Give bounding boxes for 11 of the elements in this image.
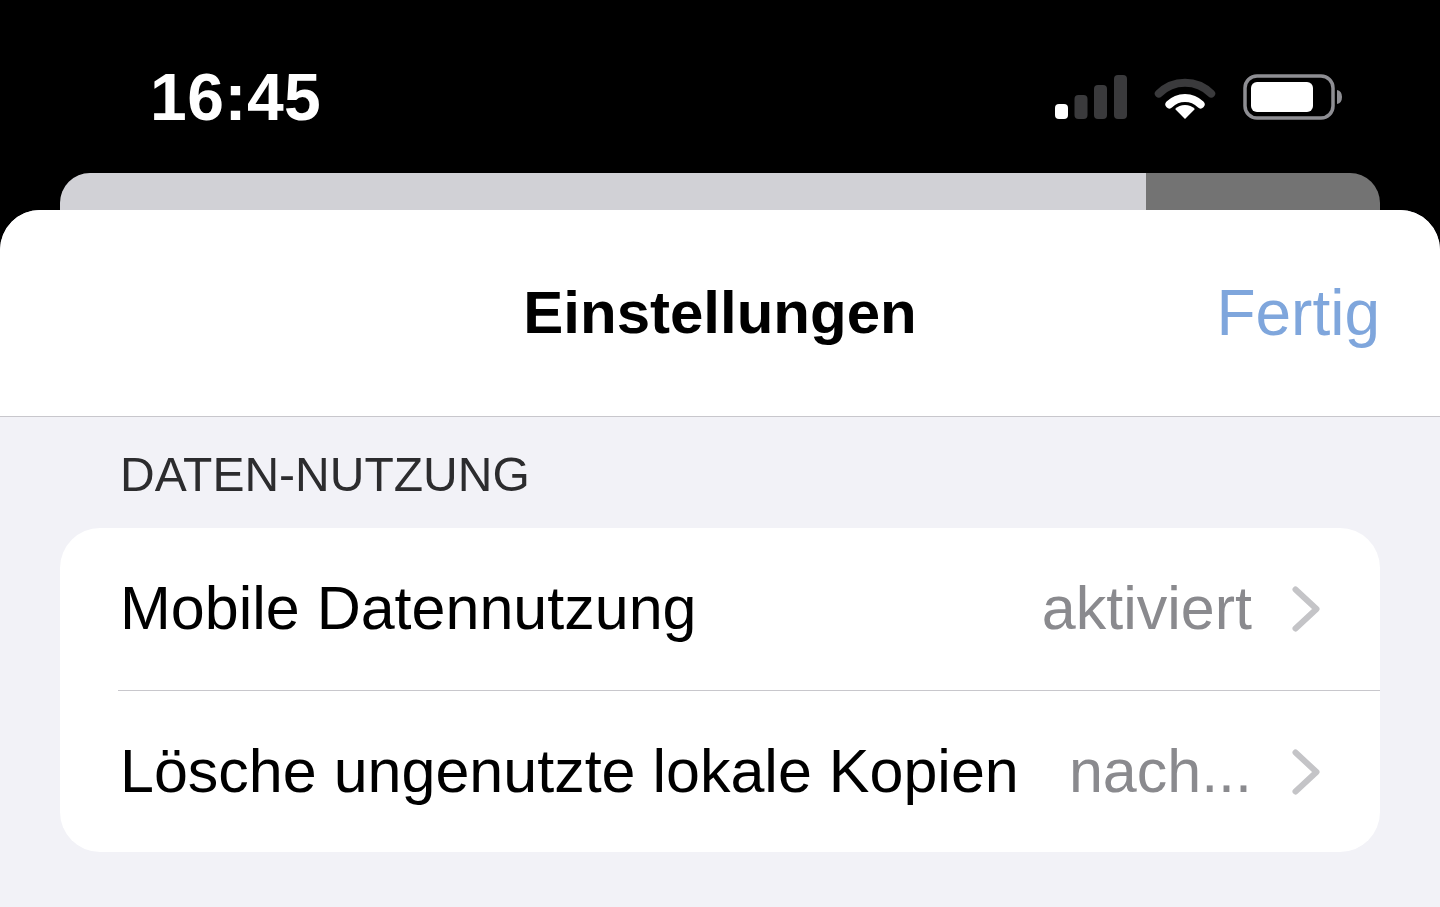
status-time: 16:45	[150, 63, 322, 130]
setting-value: aktiviert	[1040, 573, 1252, 645]
battery-icon	[1243, 73, 1342, 120]
setting-label[interactable]: Mobile Datennutzung	[120, 572, 697, 646]
section-header: DATEN-NUTZUNG	[119, 447, 531, 503]
chevron-icon	[1292, 748, 1320, 795]
setting-label[interactable]: Lösche ungenutzte lokale Kopien	[120, 734, 1019, 809]
navigation-title: Einstellungen	[523, 278, 917, 348]
setting-value: nach...	[1067, 735, 1252, 807]
signal-icon	[1055, 74, 1127, 119]
chevron-icon	[1292, 586, 1320, 632]
